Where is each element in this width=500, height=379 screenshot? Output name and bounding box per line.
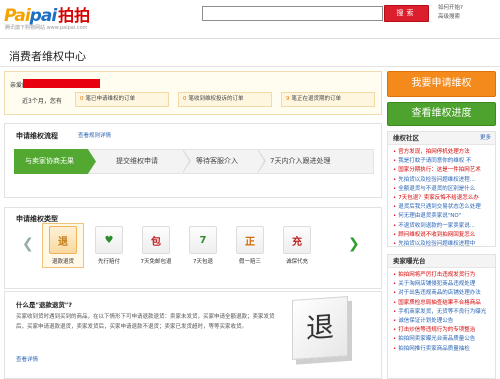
panel-header: 卖家曝光台 (388, 255, 495, 268)
link-advanced-search[interactable]: 高级搜索 (438, 13, 463, 22)
rules-detail-link[interactable]: 查看规则详情 (78, 131, 111, 139)
process-step-3: 等待客服介入 (196, 157, 238, 165)
process-step-1: 与卖家协商无果 (14, 149, 96, 174)
rights-type-item[interactable]: 7 7天包退 (184, 226, 222, 265)
rights-type-icon: 包 (142, 226, 170, 254)
rights-type-icon: 退 (49, 226, 77, 254)
search-button[interactable]: 搜索 (384, 5, 429, 22)
panel-list-item[interactable]: 拍拍网卖家曝光台商品质量公告 (393, 335, 491, 344)
stat-applied-orders[interactable]: 0 笔已申请维权的订单 (75, 92, 169, 107)
rights-type-label: 7天免邮包退 (140, 259, 172, 265)
panel-list-item[interactable]: 拍拍网将严厉打击违规发货行为 (393, 271, 491, 280)
process-step-4: 7天内介入跟进处理 (270, 157, 331, 165)
rights-type-item[interactable]: 包 7天免邮包退 (137, 226, 175, 265)
panel-list-item[interactable]: 全额退货与不退货的区别是什么 (393, 185, 491, 194)
logo-cn: 拍拍 (58, 6, 91, 25)
panel-list-item[interactable]: 我是打蚊子请同意你的维权 不 (393, 157, 491, 166)
panel-list-item[interactable]: 先拍货以及检验问题维权进程中 (393, 240, 491, 249)
panel-list-item[interactable]: 何无理由退货卖家说"NO" (393, 212, 491, 221)
stat-count: 9 (286, 96, 290, 102)
rights-type-label: 先行赔付 (97, 259, 120, 265)
exposure-list: 拍拍网将严厉打击违规发货行为关于淘网店铺侵犯商品违规处理对于出售违规商品的店铺处… (388, 268, 495, 354)
stats-label: 近3个月，您有 (22, 98, 62, 105)
panel-list-item[interactable]: 不退货收到退款的一家卖家说... (393, 222, 491, 231)
rights-type-icon: 充 (283, 226, 311, 254)
rights-type-label: 假一赔三 (238, 259, 261, 265)
panel-header: 维权社区 更多 (388, 132, 495, 145)
panel-list-item[interactable]: 拍拍网推行卖家商品质量抽检 (393, 345, 491, 354)
panel-list-item[interactable]: 退货后我只遇到交易状态怎么处理 (393, 203, 491, 212)
stat-complaint-orders[interactable]: 0 笔收到维权投诉的订单 (178, 92, 272, 107)
rights-type-label: 7天包退 (193, 259, 213, 265)
info-title: 什么是"退款退货"? (16, 301, 73, 309)
panel-list-item[interactable]: 打击炒信等违规行为的专项整治 (393, 326, 491, 335)
process-title: 申请维权流程 (16, 132, 58, 140)
stat-return-period-orders[interactable]: 9 笔正在退货期的订单 (281, 92, 375, 107)
top-links: 如何开始? 高级搜索 (438, 4, 463, 22)
rights-type-item[interactable]: 正假一赔三 (231, 226, 269, 265)
rights-type-icon: ♥ (95, 226, 123, 254)
page-title: 消费者维权中心 (9, 50, 86, 63)
panel-list-item[interactable]: 先拍货以及检验问题维权进程... (393, 176, 491, 185)
panel-list-item[interactable]: 国家质检总局抽查结果不合格商品 (393, 299, 491, 308)
header-divider (0, 38, 500, 39)
rights-type-item[interactable]: ♥ 先行赔付 (90, 226, 128, 265)
stat-label: 笔收到维权投诉的订单 (188, 96, 244, 102)
panel-list-item[interactable]: 顾问维权说不收到拍网回复怎么 (393, 231, 491, 240)
stat-count: 0 (183, 96, 187, 102)
logo-text-1: Pai (4, 6, 31, 26)
title-divider (0, 66, 500, 67)
seller-exposure-panel: 卖家曝光台 拍拍网将严厉打击违规发货行为关于淘网店铺侵犯商品违规处理对于出售违规… (387, 254, 496, 379)
panel-list-item[interactable]: 7天包退？卖家反悔不给退怎么办 (393, 194, 491, 203)
logo-subtitle: 腾讯旗下购物网站 www.paipai.com (5, 25, 88, 31)
rights-type-item[interactable]: 充诚保代充 (278, 226, 316, 265)
stat-label: 笔已申请维权的订单 (85, 96, 136, 102)
panel-list-item[interactable]: 关于淘网店铺侵犯商品违规处理 (393, 280, 491, 289)
panel-list-item[interactable]: 国家分期执行：这是一件拍网艺术 (393, 166, 491, 175)
info-detail-link[interactable]: 查看详情 (16, 355, 38, 363)
panel-list-item[interactable]: 手机商家发货，无货等不良行为曝光 (393, 308, 491, 317)
process-step-2: 提交维权申请 (116, 157, 158, 165)
rights-community-panel: 维权社区 更多 官方发现，拍网停机处理方法我是打蚊子请同意你的维权 不国家分期执行… (387, 131, 496, 247)
next-arrow-icon[interactable]: ❯ (348, 236, 360, 252)
logo-text-2: pai (29, 6, 57, 26)
stat-label: 笔正在退货期的订单 (291, 96, 342, 102)
rights-type-label: 诚保代充 (285, 259, 308, 265)
paipai-logo[interactable]: Paipai 拍拍 (4, 2, 91, 26)
redacted-username (23, 79, 100, 88)
rights-type-label: 退款退货 (51, 259, 74, 265)
rights-type-item[interactable]: 退退款退货 (44, 226, 82, 265)
info-text: 买家收到货时遇到买到的商品，在以下情形下可申请退款退货：卖家未发货，买家申请全额… (16, 314, 275, 330)
rights-type-icon: 正 (236, 226, 264, 254)
view-progress-button[interactable]: 查看维权进度 (387, 102, 496, 126)
stat-count: 0 (80, 96, 84, 102)
prev-arrow-icon[interactable]: ❮ (22, 236, 34, 252)
step-separator (257, 149, 266, 173)
return-cube-icon: 退 (292, 296, 348, 360)
panel-list-item[interactable]: 官方发现，拍网停机处理方法 (393, 148, 491, 157)
panel-title: 维权社区 (393, 134, 419, 142)
panel-list-item[interactable]: 对于出售违规商品的店铺处理办法 (393, 289, 491, 298)
more-link[interactable]: 更多 (480, 132, 491, 145)
rights-type-icon: 7 (189, 226, 217, 254)
search-input[interactable] (202, 6, 383, 21)
step-separator (182, 149, 191, 173)
panel-title: 卖家曝光台 (393, 257, 426, 265)
panel-list-item[interactable]: 诚信保证计划处理公告 (393, 317, 491, 326)
link-how-to-start[interactable]: 如何开始? (438, 4, 463, 13)
apply-rights-button[interactable]: 我要申请维权 (387, 71, 496, 97)
community-list: 官方发现，拍网停机处理方法我是打蚊子请同意你的维权 不国家分期执行：这是一件拍网… (388, 145, 495, 249)
